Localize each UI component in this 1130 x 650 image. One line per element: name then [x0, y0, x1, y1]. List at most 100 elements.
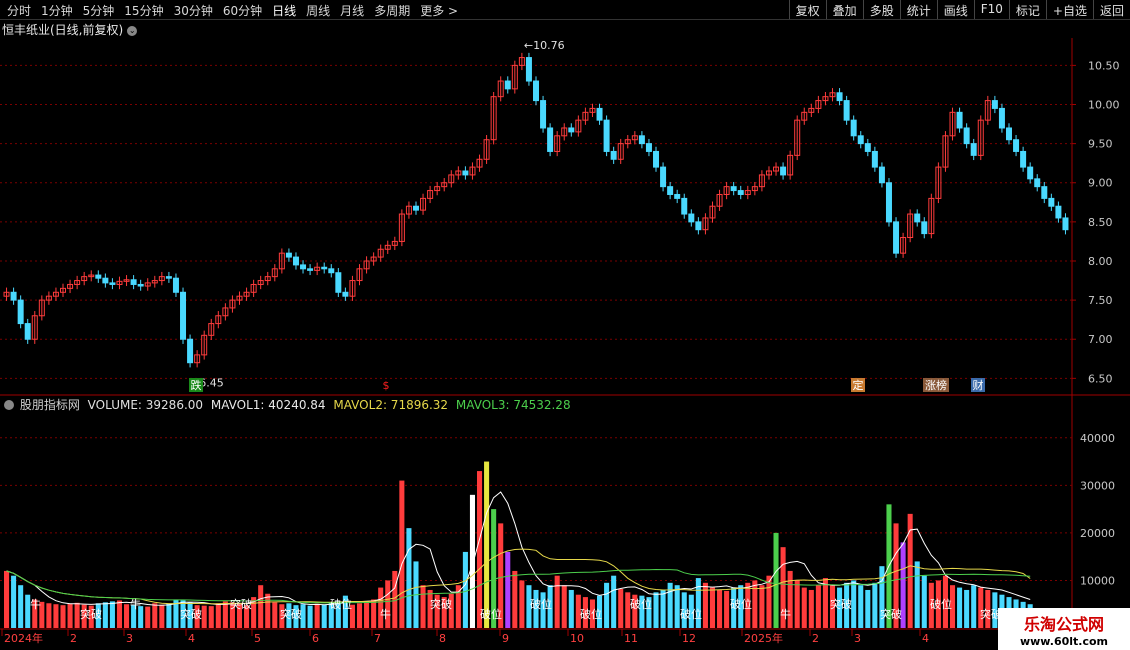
- volume-bar: [505, 551, 511, 628]
- volume-bar: [914, 561, 920, 628]
- period-tab-9[interactable]: 多周期: [369, 2, 415, 19]
- toolbar-right-buttons: 复权 叠加 多股 统计 画线 F10 标记 +自选 返回: [788, 0, 1130, 19]
- period-tab-8[interactable]: 月线: [335, 2, 369, 19]
- volume-bar: [222, 601, 228, 628]
- time-axis-label: 10: [570, 632, 584, 645]
- volume-signal-label: 突破: [830, 597, 852, 611]
- volume-bar: [364, 601, 370, 628]
- volume-bar: [921, 575, 927, 628]
- indicator-name[interactable]: 股朋指标网: [20, 398, 80, 412]
- period-tab-6[interactable]: 日线: [267, 2, 301, 19]
- period-tab-4[interactable]: 30分钟: [169, 2, 218, 19]
- candle-body: [914, 213, 921, 223]
- period-tab-7[interactable]: 周线: [301, 2, 335, 19]
- time-axis-label: 8: [439, 632, 446, 645]
- volume-bar: [801, 587, 807, 628]
- toolbar-button-0[interactable]: 复权: [788, 0, 826, 19]
- volume-signal-label: 牛: [780, 607, 791, 621]
- volume-bar: [815, 585, 821, 628]
- toolbar-button-2[interactable]: 多股: [862, 0, 900, 19]
- toolbar-button-4[interactable]: 画线: [936, 0, 974, 19]
- time-axis-label: 3: [854, 632, 861, 645]
- volume-bar: [152, 603, 158, 628]
- candle-body: [956, 111, 963, 129]
- chart-title-bar: 恒丰纸业(日线,前复权) ⌄: [0, 20, 1072, 38]
- volume-bar: [469, 494, 475, 628]
- volume-bar: [124, 604, 130, 628]
- volume-bar: [561, 585, 567, 628]
- period-tabs: 分时 1分钟 5分钟 15分钟 30分钟 60分钟 日线 周线 月线 多周期 更多 >: [2, 2, 463, 19]
- mavol2-label: MAVOL2: 71896.32: [333, 398, 449, 412]
- event-marker-0: 跌: [191, 378, 202, 392]
- candle-body: [300, 264, 307, 270]
- volume-bar: [971, 585, 977, 628]
- price-tick-label: 6.50: [1088, 372, 1113, 385]
- period-tab-5[interactable]: 60分钟: [218, 2, 267, 19]
- time-axis-label: 3: [126, 632, 133, 645]
- price-tick-label: 10.00: [1088, 99, 1120, 112]
- event-marker-3: 涨榜: [925, 378, 947, 392]
- price-tick-label: 9.50: [1088, 138, 1113, 151]
- event-marker-4: 财: [973, 378, 984, 392]
- candle-body: [645, 143, 652, 152]
- period-tab-0[interactable]: 分时: [2, 2, 36, 19]
- candle-body: [681, 197, 688, 215]
- volume-bar: [724, 590, 730, 628]
- toolbar-button-3[interactable]: 统计: [899, 0, 937, 19]
- volume-signal-label: 破位: [530, 597, 552, 611]
- period-tab-10[interactable]: 更多 >: [415, 2, 463, 19]
- candle-body: [1005, 127, 1012, 141]
- volume-bar: [258, 585, 264, 628]
- candle-body: [130, 279, 137, 285]
- toolbar-button-6[interactable]: 标记: [1008, 0, 1046, 19]
- volume-tick-label: 40000: [1080, 432, 1115, 445]
- volume-bar: [116, 600, 123, 628]
- volume-bar: [653, 592, 659, 628]
- volume-bar: [957, 587, 963, 628]
- indicator-settings-icon[interactable]: [4, 400, 14, 410]
- event-marker-2: 定: [853, 378, 864, 392]
- volume-bar: [808, 589, 814, 628]
- candle-body: [1034, 178, 1041, 188]
- candle-body: [674, 193, 681, 199]
- candle-body: [307, 268, 314, 271]
- volume-signal-label: 破位: [730, 597, 752, 611]
- toolbar-button-5[interactable]: F10: [973, 0, 1009, 19]
- volume-bar: [709, 587, 716, 628]
- candle-body: [533, 80, 539, 102]
- volume-bar: [74, 602, 80, 628]
- volume-bar: [102, 602, 108, 628]
- period-tab-2[interactable]: 5分钟: [78, 2, 120, 19]
- candle-body: [328, 268, 335, 274]
- time-axis-label: 6: [312, 632, 319, 645]
- chevron-down-icon[interactable]: ⌄: [127, 26, 138, 36]
- candle-body: [857, 135, 864, 145]
- stock-chart[interactable]: 10.50 10.00 9.50 9.00 8.50 8.00 7.50 7.00 6.50 ←1…: [0, 38, 1130, 650]
- volume-bar: [611, 575, 617, 628]
- time-axis-label: 4: [188, 632, 195, 645]
- volume-bar: [67, 603, 73, 628]
- toolbar-button-8[interactable]: 返回: [1092, 0, 1130, 19]
- candle-body: [893, 221, 900, 254]
- toolbar-button-7[interactable]: +自选: [1045, 0, 1093, 19]
- candle-body: [963, 127, 970, 145]
- candle-body: [504, 80, 511, 90]
- candle-body: [780, 166, 787, 176]
- candle-body: [568, 127, 575, 133]
- volume-signal-label: 破位: [580, 607, 602, 621]
- candle-body: [109, 282, 116, 285]
- candle-body: [137, 283, 144, 287]
- toolbar-button-1[interactable]: 叠加: [825, 0, 863, 19]
- candle-body: [843, 100, 850, 121]
- period-tab-3[interactable]: 15分钟: [119, 2, 168, 19]
- candle-body: [850, 119, 857, 137]
- volume-signal-label: 突破: [880, 607, 902, 621]
- period-tab-1[interactable]: 1分钟: [36, 2, 78, 19]
- volume-signal-label: 破位: [630, 597, 652, 611]
- price-tick-label: 8.00: [1088, 255, 1113, 268]
- volume-bar: [145, 606, 151, 628]
- volume-tick-label: 30000: [1080, 479, 1115, 492]
- volume-signal-label: 牛: [30, 597, 41, 611]
- volume-bar: [717, 589, 723, 628]
- price-tick-label: 10.50: [1088, 59, 1120, 72]
